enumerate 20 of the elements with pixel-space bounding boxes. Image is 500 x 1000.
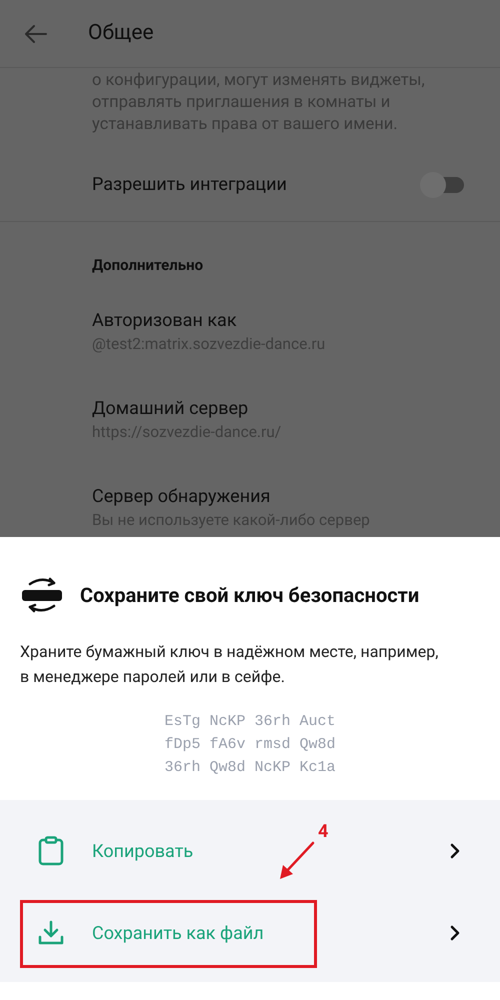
setting-title[interactable]: Авторизован как: [92, 308, 500, 332]
key-sync-icon: [20, 575, 64, 615]
sheet-title: Сохраните свой ключ безопасности: [80, 582, 420, 609]
setting-title[interactable]: Сервер обнаружения: [92, 484, 500, 508]
screen-title: Общее: [88, 20, 154, 47]
back-arrow-icon[interactable]: [24, 24, 48, 44]
action-item[interactable]: Сохранить как файл: [0, 892, 500, 974]
setting-title[interactable]: Домашний сервер: [92, 396, 500, 420]
chevron-icon: [450, 843, 460, 859]
recovery-key-line: 36rh Qw8d NcKP Kc1a: [164, 758, 336, 778]
integrations-switch[interactable]: [420, 172, 466, 198]
step-number: 4: [318, 820, 328, 844]
download-icon: [37, 919, 65, 947]
clipboard-icon: [38, 836, 64, 866]
recovery-key-line: fDp5 fA6v rmsd Qw8d: [164, 735, 336, 755]
recovery-key-line: EsTg NcKP 36rh Auct: [164, 712, 336, 732]
toggle-label: Разрешить интеграции: [92, 173, 287, 197]
section-title: Дополнительно: [92, 255, 204, 276]
sheet-description: Храните бумажный ключ в надёжном месте, например, в менеджере паролей или в сейфе.: [20, 641, 440, 688]
chevron-icon: [450, 925, 460, 941]
